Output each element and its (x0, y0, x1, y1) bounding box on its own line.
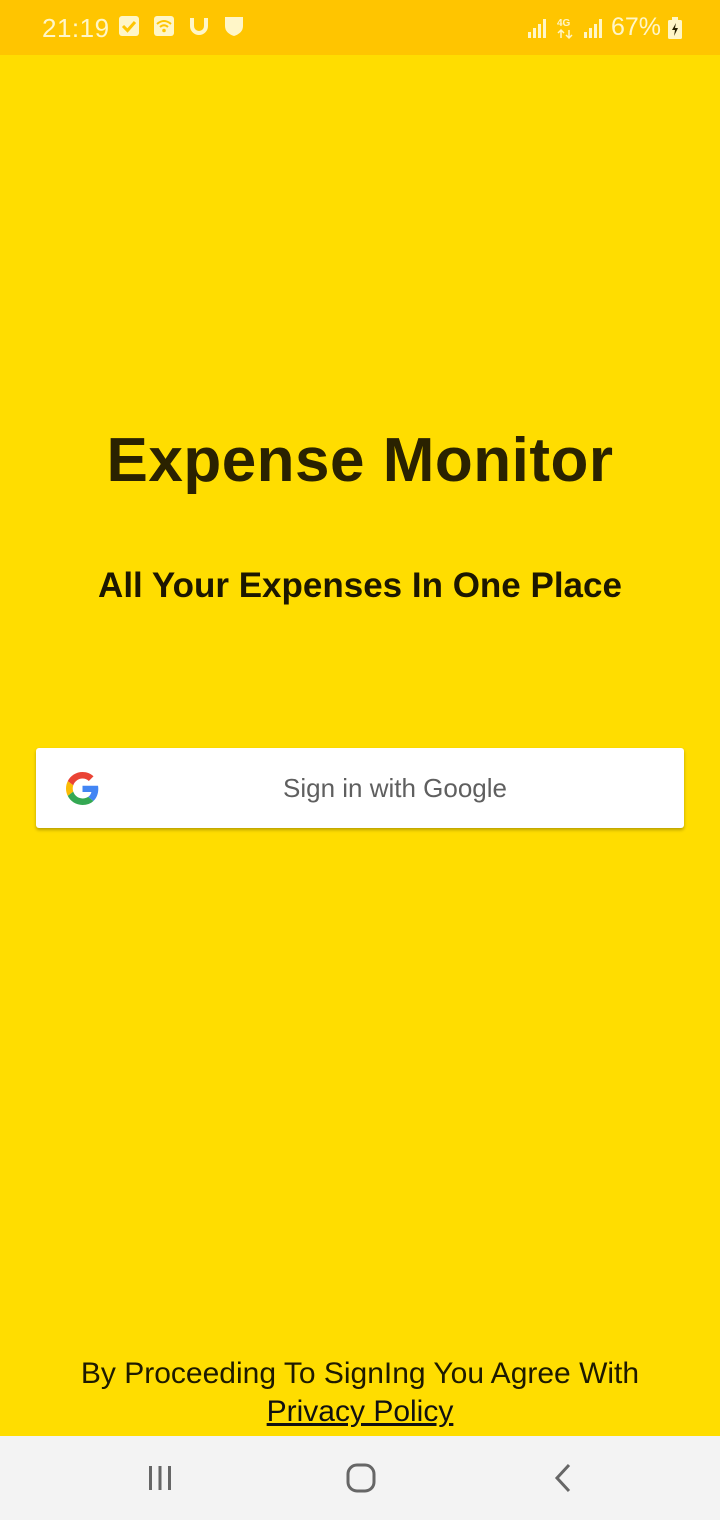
battery-icon (668, 16, 682, 39)
status-bar: 21:19 4G 67% (0, 0, 720, 55)
app-subtitle: All Your Expenses In One Place (98, 566, 622, 605)
google-sign-in-label: Sign in with Google (282, 773, 508, 803)
status-right-icons: 4G 67% (526, 13, 682, 42)
status-time: 21:19 (42, 13, 110, 43)
footer: By Proceeding To SignIng You Agree With … (0, 1355, 720, 1431)
agreement-text: By Proceeding To SignIng You Agree With (80, 1357, 640, 1390)
app-title: Expense Monitor (106, 426, 614, 495)
magnet-icon (190, 18, 208, 35)
back-icon[interactable] (541, 1456, 585, 1500)
battery-percent: 67% (610, 13, 661, 41)
wifi-hotspot-icon (154, 16, 174, 36)
google-sign-in-button[interactable]: Sign in with Google (36, 748, 684, 828)
signal-icon (527, 18, 546, 38)
google-logo-icon (66, 772, 99, 805)
recent-apps-icon[interactable] (138, 1456, 182, 1500)
navigation-bar (0, 1436, 720, 1520)
privacy-policy-link[interactable]: Privacy Policy (267, 1395, 454, 1428)
4g-icon: 4G (557, 18, 573, 39)
signal-icon (583, 18, 602, 38)
status-left-icons (118, 15, 245, 37)
svg-text:4G: 4G (557, 18, 571, 29)
home-icon[interactable] (339, 1456, 383, 1500)
shield-icon (225, 17, 243, 36)
checkbox-icon (119, 16, 139, 36)
